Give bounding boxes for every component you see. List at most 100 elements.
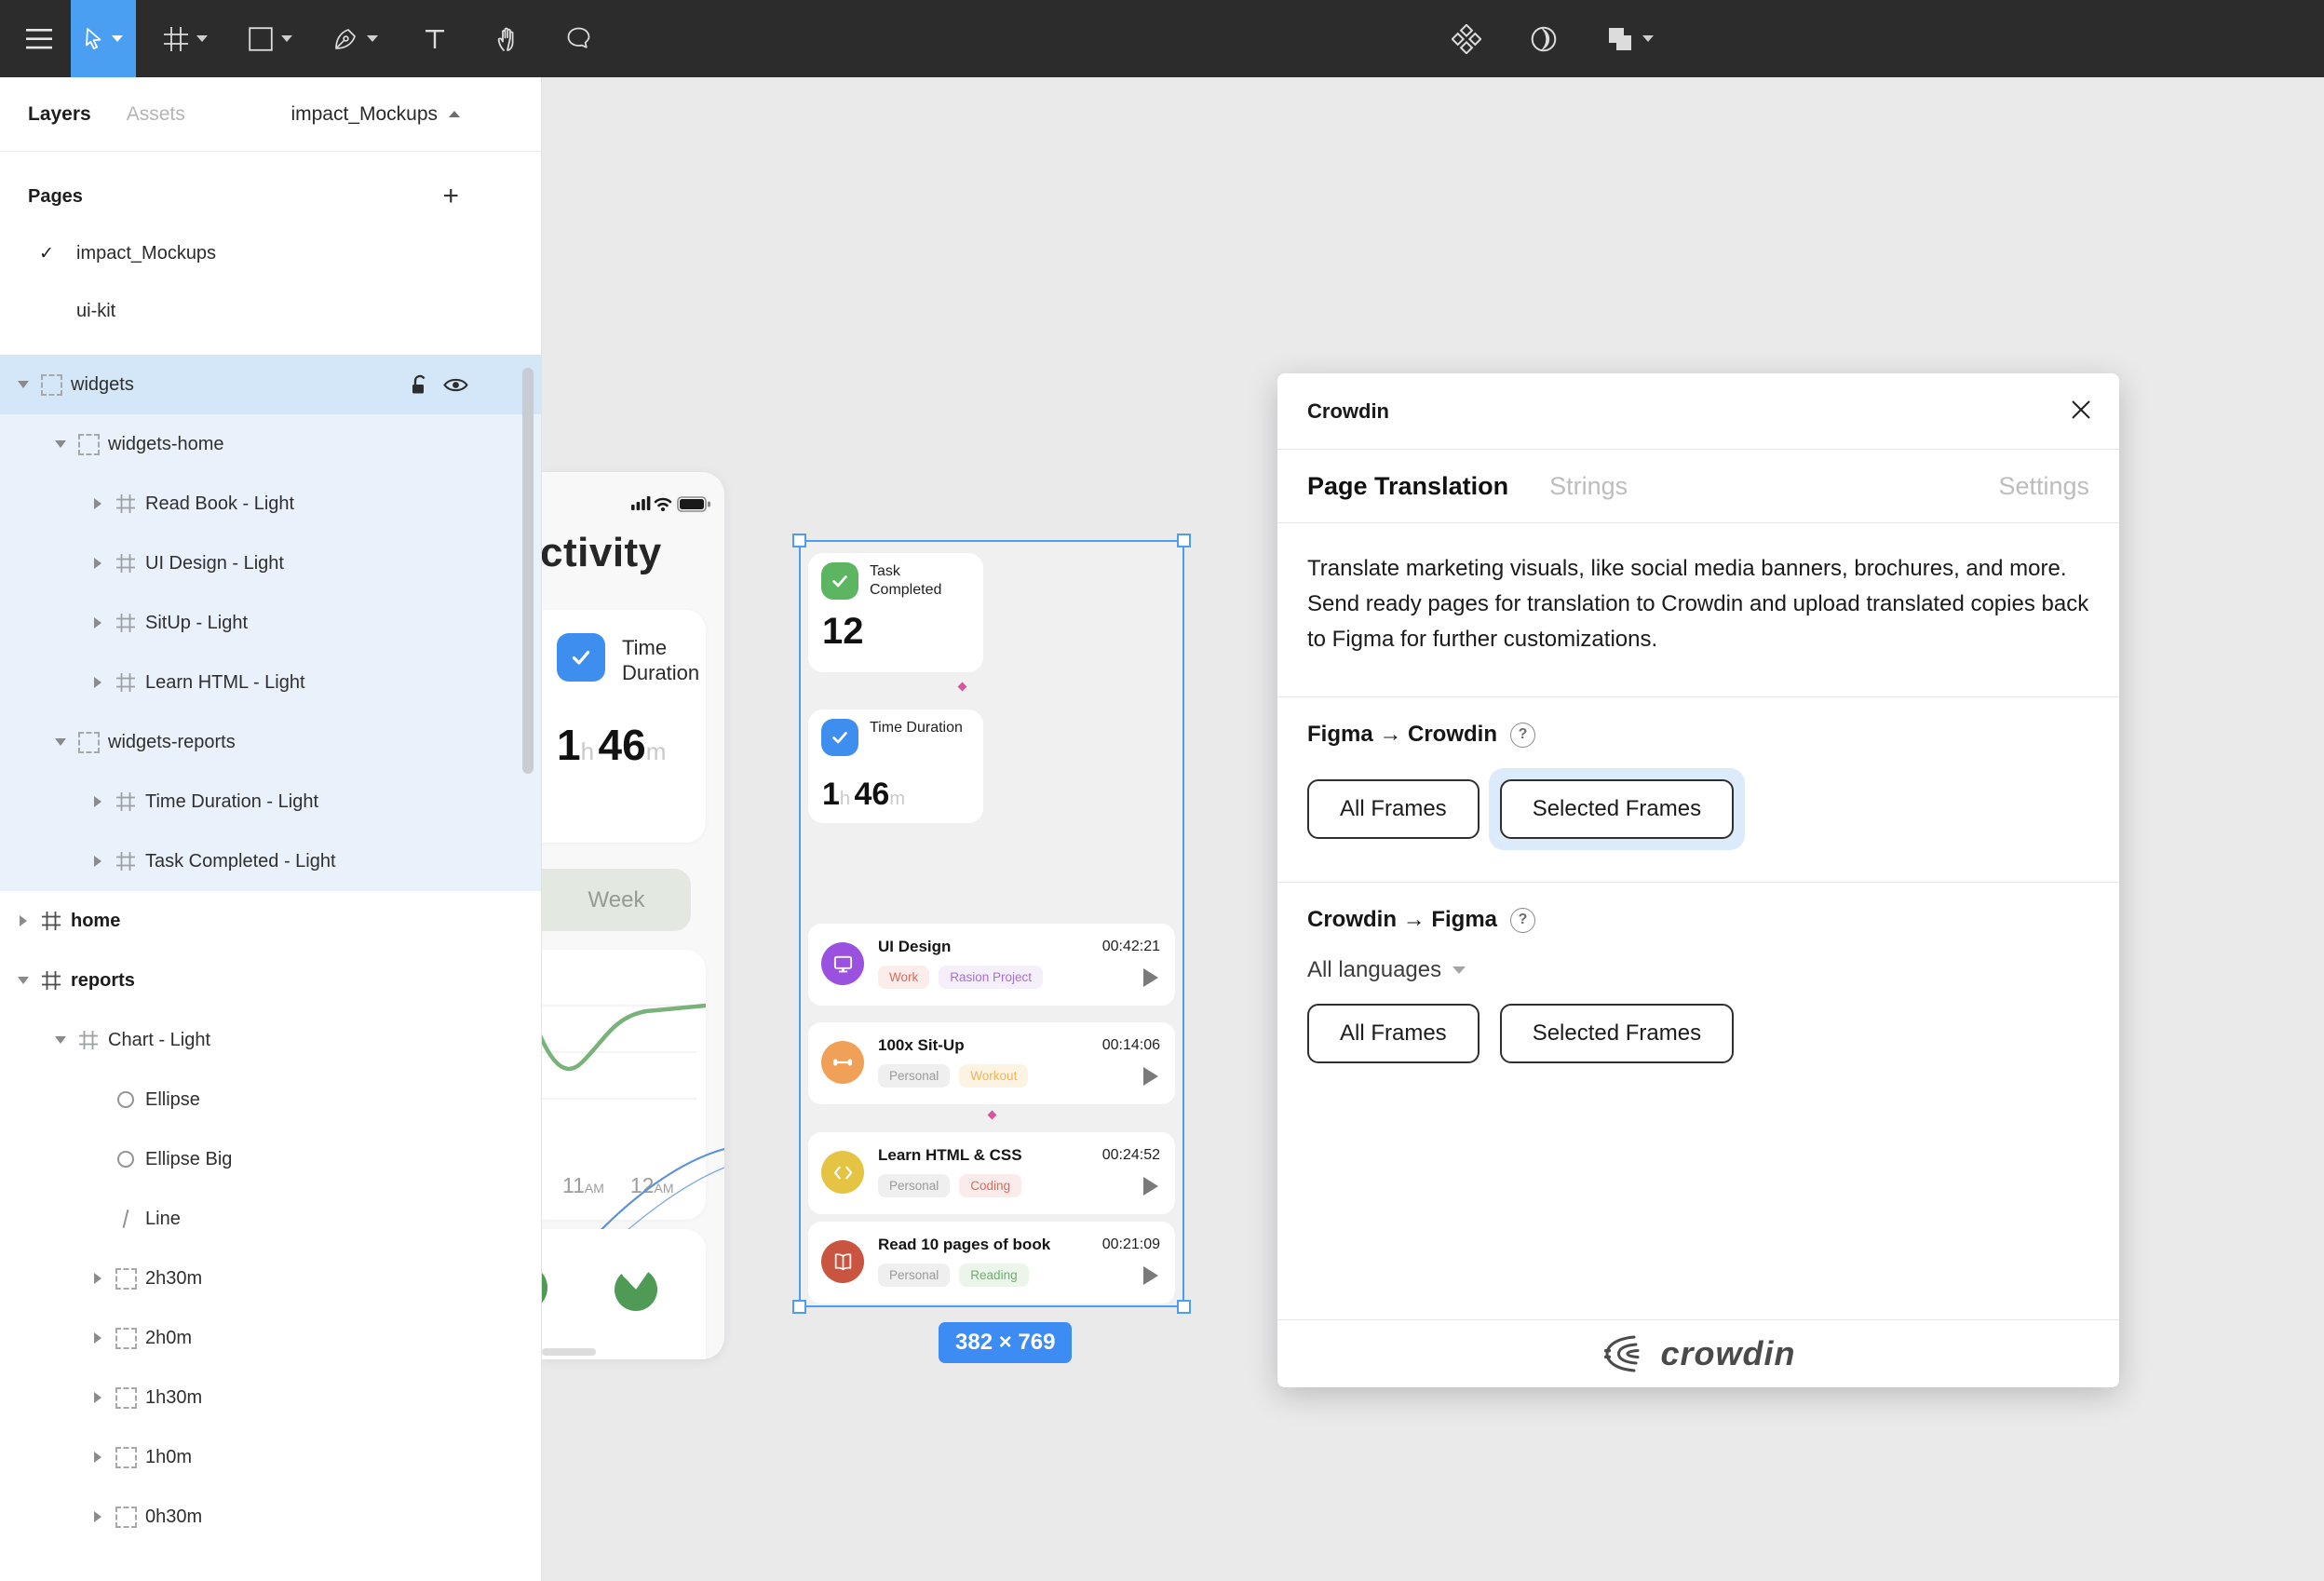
- caret-expanded-icon[interactable]: [18, 977, 29, 984]
- selection-handle[interactable]: [1177, 1300, 1191, 1314]
- sidebar-scrollbar[interactable]: [522, 368, 534, 774]
- layer-row-widgets-reports[interactable]: widgets-reports: [0, 712, 541, 772]
- tab-assets[interactable]: Assets: [127, 103, 185, 126]
- layer-row-situp-light[interactable]: SitUp - Light: [0, 593, 541, 653]
- help-icon[interactable]: ?: [1510, 907, 1535, 933]
- mask-button[interactable]: [1517, 0, 1571, 77]
- caret-collapsed-icon[interactable]: [94, 1511, 101, 1522]
- unlock-icon[interactable]: [410, 374, 428, 396]
- frame-icon: [115, 613, 136, 633]
- caret-collapsed-icon[interactable]: [94, 617, 101, 628]
- tab-strings[interactable]: Strings: [1549, 472, 1628, 501]
- task-card[interactable]: 100x Sit-Up Personal Workout 00:14:06: [808, 1022, 1175, 1104]
- play-icon[interactable]: [1143, 1266, 1158, 1285]
- layer-row-read-book-light[interactable]: Read Book - Light: [0, 474, 541, 534]
- comment-tool-button[interactable]: [553, 0, 604, 77]
- pen-tool-button[interactable]: [320, 0, 391, 77]
- frame-tool-button[interactable]: [151, 0, 221, 77]
- main-menu-button[interactable]: [13, 0, 65, 77]
- layer-row-2h30m[interactable]: 2h30m: [0, 1249, 541, 1308]
- caret-expanded-icon[interactable]: [55, 1036, 66, 1044]
- close-button[interactable]: [2069, 398, 2093, 426]
- caret-collapsed-icon[interactable]: [94, 1392, 101, 1403]
- layer-row-line[interactable]: Line: [0, 1189, 541, 1249]
- play-icon[interactable]: [1143, 968, 1158, 987]
- layer-row-reports[interactable]: reports: [0, 951, 541, 1010]
- caret-collapsed-icon[interactable]: [94, 796, 101, 807]
- hours-unit: h: [580, 737, 595, 765]
- selected-frames-button[interactable]: Selected Frames: [1499, 1004, 1735, 1063]
- minutes: 46: [598, 721, 646, 769]
- caret-expanded-icon[interactable]: [55, 440, 66, 448]
- layer-row-widgets-home[interactable]: widgets-home: [0, 414, 541, 474]
- layer-label: home: [71, 910, 121, 931]
- add-page-button[interactable]: +: [442, 182, 459, 210]
- hand-tool-button[interactable]: [482, 0, 533, 77]
- text-tool-button[interactable]: [412, 0, 458, 77]
- selected-frame-widgets[interactable]: Task Completed 12 Time Duration 1h 46m U…: [792, 534, 1191, 1314]
- task-completed-widget[interactable]: Task Completed 12: [808, 553, 983, 672]
- caret-collapsed-icon[interactable]: [94, 1452, 101, 1463]
- caret-collapsed-icon[interactable]: [94, 498, 101, 509]
- layer-row-home[interactable]: home: [0, 891, 541, 951]
- layer-row-task-completed-light[interactable]: Task Completed - Light: [0, 831, 541, 891]
- layer-row-ellipse-big[interactable]: Ellipse Big: [0, 1129, 541, 1189]
- layer-row-1h30m[interactable]: 1h30m: [0, 1368, 541, 1427]
- page-item[interactable]: ui-kit: [0, 282, 541, 340]
- task-card[interactable]: Learn HTML & CSS Personal Coding 00:24:52: [808, 1132, 1175, 1214]
- monitor-icon: [821, 942, 864, 985]
- task-tags: Work Rasion Project: [878, 966, 1044, 989]
- page-label: ui-kit: [76, 300, 116, 321]
- layer-row-widgets[interactable]: widgets: [0, 355, 541, 414]
- components-button[interactable]: [1439, 0, 1494, 77]
- layer-row-time-duration-light[interactable]: Time Duration - Light: [0, 772, 541, 831]
- union-shapes-icon: [1609, 27, 1631, 50]
- selection-handle[interactable]: [1177, 534, 1191, 547]
- caret-collapsed-icon[interactable]: [94, 677, 101, 688]
- caret-collapsed-icon[interactable]: [20, 915, 27, 926]
- caret-expanded-icon[interactable]: [55, 738, 66, 746]
- play-icon[interactable]: [1143, 1067, 1158, 1086]
- time-duration-widget[interactable]: Time Duration 1h 46m: [808, 709, 983, 823]
- plus-marker-icon: [987, 1110, 997, 1120]
- all-frames-button[interactable]: All Frames: [1307, 1004, 1480, 1063]
- layer-row-ellipse[interactable]: Ellipse: [0, 1070, 541, 1129]
- layer-row-ui-design-light[interactable]: UI Design - Light: [0, 534, 541, 593]
- page-item[interactable]: ✓ impact_Mockups: [0, 224, 541, 282]
- task-card[interactable]: UI Design Work Rasion Project 00:42:21: [808, 924, 1175, 1006]
- layer-label: widgets: [71, 373, 134, 395]
- shape-tool-button[interactable]: [236, 0, 305, 77]
- tab-settings[interactable]: Settings: [1998, 472, 2089, 501]
- move-tool-button[interactable]: [71, 0, 136, 77]
- caret-collapsed-icon[interactable]: [94, 1273, 101, 1284]
- selection-handle[interactable]: [792, 534, 806, 547]
- caret-expanded-icon[interactable]: [18, 381, 29, 388]
- week-toggle[interactable]: Week: [542, 869, 691, 931]
- eye-icon[interactable]: [443, 376, 468, 394]
- boolean-groups-button[interactable]: [1593, 0, 1667, 77]
- task-card[interactable]: Read 10 pages of book Personal Reading 00:2…: [808, 1222, 1175, 1304]
- all-frames-button[interactable]: All Frames: [1307, 779, 1480, 839]
- caret-collapsed-icon[interactable]: [94, 558, 101, 569]
- section-title: Crowdin → Figma: [1307, 907, 1497, 932]
- caret-collapsed-icon[interactable]: [94, 856, 101, 867]
- layer-row-0h30m[interactable]: 0h30m: [0, 1487, 541, 1547]
- minutes: 46: [854, 777, 890, 812]
- help-icon[interactable]: ?: [1510, 722, 1535, 748]
- frame-icon: [115, 791, 136, 812]
- caret-collapsed-icon[interactable]: [94, 1332, 101, 1344]
- play-icon[interactable]: [1143, 1177, 1158, 1196]
- widget-title: Task Completed: [870, 563, 942, 598]
- layer-label: Time Duration - Light: [145, 790, 318, 812]
- language-dropdown[interactable]: All languages: [1307, 957, 2089, 983]
- file-name-menu[interactable]: impact_Mockups: [290, 103, 460, 126]
- layer-row-1h0m[interactable]: 1h0m: [0, 1427, 541, 1487]
- layer-row-chart-light[interactable]: Chart - Light: [0, 1010, 541, 1070]
- tab-page-translation[interactable]: Page Translation: [1307, 472, 1508, 501]
- tab-layers[interactable]: Layers: [28, 103, 91, 126]
- phone-mockup-home[interactable]: ctivity Time Duration 1h 46m Week 11AM 1…: [542, 472, 724, 1359]
- layer-row-2h0m[interactable]: 2h0m: [0, 1308, 541, 1368]
- selection-handle[interactable]: [792, 1300, 806, 1314]
- layer-row-learn-html-light[interactable]: Learn HTML - Light: [0, 653, 541, 712]
- selected-frames-button[interactable]: Selected Frames: [1499, 779, 1735, 839]
